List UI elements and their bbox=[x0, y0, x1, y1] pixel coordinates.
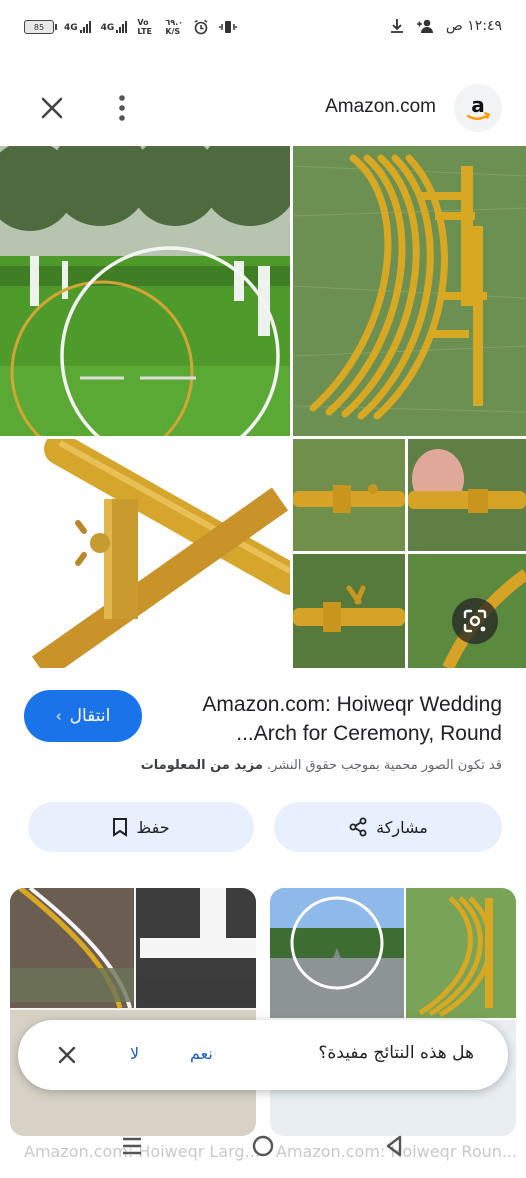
network-1: 4G bbox=[64, 21, 91, 33]
battery-level: 85 bbox=[33, 22, 45, 32]
result-title-line-1: Amazon.com: Hoiweqr Wedding bbox=[202, 693, 502, 716]
more-vert-icon[interactable] bbox=[110, 92, 134, 124]
lens-icon bbox=[463, 609, 487, 633]
lens-button[interactable] bbox=[452, 598, 498, 644]
result-title-line-2: ...Arch for Ceremony, Round bbox=[236, 722, 502, 745]
recent-apps-icon[interactable] bbox=[118, 1132, 146, 1160]
site-name[interactable]: Amazon.com bbox=[325, 96, 436, 118]
close-icon[interactable] bbox=[56, 1044, 78, 1066]
copyright-text: قد تكون الصور محمية بموجب حقوق النشر. bbox=[267, 758, 502, 773]
network-1-label: 4G bbox=[64, 23, 78, 33]
feedback-no-button[interactable]: لا bbox=[130, 1044, 139, 1063]
home-icon[interactable] bbox=[249, 1132, 277, 1160]
volte-indicator: Vo LTE bbox=[137, 18, 153, 36]
feedback-question: هل هذه النتائج مفيدة؟ bbox=[318, 1043, 474, 1063]
bookmark-icon bbox=[113, 818, 128, 837]
image-panel-small-3 bbox=[293, 554, 405, 668]
logo-letter: a bbox=[471, 93, 485, 117]
image-panel-joint-closeup bbox=[0, 439, 290, 668]
more-info-link[interactable]: مزيد من المعلومات bbox=[141, 758, 263, 773]
add-person-icon bbox=[416, 19, 433, 33]
image-panel-small-1 bbox=[293, 439, 405, 551]
copyright-notice: قد تكون الصور محمية بموجب حقوق النشر. مز… bbox=[141, 758, 502, 773]
related-image-2[interactable] bbox=[10, 888, 256, 1136]
network-2-label: 4G bbox=[100, 23, 115, 33]
share-button[interactable]: مشاركة bbox=[274, 802, 502, 852]
result-title[interactable]: Amazon.com: Hoiweqr Wedding ...Arch for … bbox=[162, 690, 502, 748]
battery-icon: 85 bbox=[24, 20, 57, 34]
amazon-logo: a bbox=[454, 84, 502, 132]
image-panel-gold-tubes bbox=[293, 146, 526, 436]
close-icon[interactable] bbox=[36, 92, 68, 124]
main-image[interactable] bbox=[0, 146, 526, 668]
back-icon[interactable] bbox=[380, 1132, 408, 1160]
net-speed: ٦٩.٠ K/S bbox=[165, 18, 183, 36]
related-image-1[interactable] bbox=[270, 888, 516, 1136]
visit-button-label: انتقال bbox=[69, 706, 111, 726]
vibrate-icon bbox=[219, 21, 238, 33]
image-viewer-header: Amazon.com a bbox=[0, 80, 526, 136]
image-panel-park-arches bbox=[0, 146, 290, 436]
visit-button[interactable]: ‹ انتقال bbox=[24, 690, 142, 742]
save-button[interactable]: حفظ bbox=[28, 802, 254, 852]
feedback-prompt: لا نعم هل هذه النتائج مفيدة؟ bbox=[18, 1020, 508, 1090]
chevron-left-icon: ‹ bbox=[55, 707, 62, 725]
signal-1-icon bbox=[79, 21, 91, 33]
image-panel-small-2 bbox=[408, 439, 526, 551]
status-bar: 85 4G 4G Vo LTE ٦٩.٠ K/S ١٢:٤٩ ص bbox=[0, 0, 526, 56]
share-icon bbox=[349, 817, 367, 837]
share-button-label: مشاركة bbox=[376, 817, 428, 837]
network-2: 4G bbox=[101, 21, 128, 33]
system-nav-bar bbox=[0, 1118, 526, 1178]
clock: ١٢:٤٩ ص bbox=[445, 18, 502, 34]
feedback-yes-button[interactable]: نعم bbox=[190, 1044, 213, 1063]
download-icon bbox=[390, 19, 403, 33]
save-button-label: حفظ bbox=[136, 817, 170, 837]
alarm-icon bbox=[194, 19, 208, 35]
amazon-logo-mark: a bbox=[466, 93, 491, 120]
signal-2-icon bbox=[116, 21, 128, 33]
